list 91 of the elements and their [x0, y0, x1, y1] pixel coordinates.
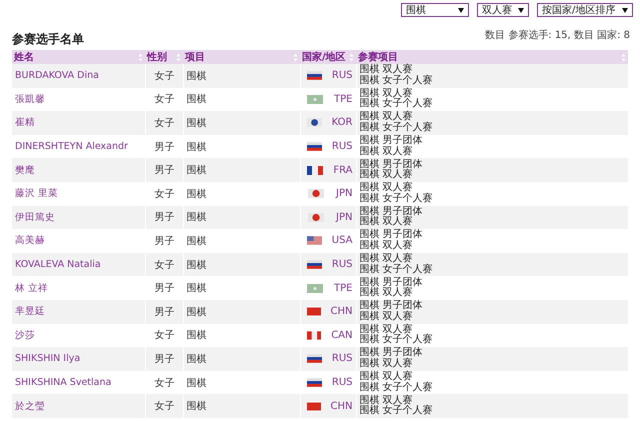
event-text: 围棋 女子个人赛	[360, 406, 434, 417]
sport-cell: 围棋	[183, 252, 300, 276]
country-code: RUS	[332, 259, 352, 270]
athlete-name-link[interactable]: 伊田篤史	[15, 212, 55, 223]
athlete-name-link[interactable]: DINERSHTEYN Alexandr	[15, 141, 128, 152]
sort-icon[interactable]	[293, 52, 298, 62]
athlete-name-link[interactable]: 芈昱廷	[15, 306, 45, 318]
column-header[interactable]: 姓名	[12, 50, 145, 64]
event-text: 围棋 双人赛	[360, 288, 414, 299]
column-header[interactable]: 性别	[145, 50, 183, 64]
gender-cell: 女子	[145, 394, 183, 418]
event-text: 围棋 双人赛	[360, 240, 414, 252]
sport-cell: 围棋	[183, 394, 300, 418]
event-text: 围棋 女子个人赛	[360, 122, 434, 134]
event-text: 围棋 男子团体	[360, 301, 424, 312]
country-code: RUS	[332, 353, 352, 364]
column-header[interactable]: 国家/地区	[300, 50, 356, 64]
sort-icon[interactable]	[138, 52, 143, 62]
filter-dropdown[interactable]: 围棋	[401, 3, 469, 17]
event-text: 围棋 男子团体	[360, 348, 424, 358]
country-code: CHN	[330, 306, 352, 318]
summary-text: 数目 参赛选手: 15, 数目 国家: 8	[485, 28, 630, 42]
event-text: 围棋 双人赛	[360, 65, 413, 76]
sport-cell: 围棋	[183, 64, 300, 88]
event-text: 围棋 女子个人赛	[360, 99, 434, 110]
event-text: 围棋 双人赛	[360, 312, 414, 322]
event-text: 围棋 双人赛	[360, 112, 413, 122]
page-title: 参赛选手名单	[12, 31, 84, 48]
event-text: 围棋 男子团体	[360, 278, 424, 288]
gender-cell: 男子	[145, 347, 183, 371]
athlete-name-link[interactable]: 林 立祥	[15, 282, 48, 294]
event-text: 围棋 男子团体	[360, 136, 424, 146]
country-code: KOR	[332, 117, 352, 128]
athlete-name-link[interactable]: 樊麾	[15, 164, 35, 176]
event-text: 围棋 男子团体	[360, 230, 424, 240]
athlete-name-link[interactable]: 於之瑩	[15, 400, 45, 412]
country-code: TPE	[334, 282, 352, 294]
athlete-name-link[interactable]: 高美赫	[15, 235, 45, 246]
event-text: 围棋 双人赛	[360, 183, 413, 194]
country-code: CHN	[330, 400, 352, 412]
caret-icon	[622, 8, 628, 12]
sport-cell: 围棋	[183, 347, 300, 371]
sport-cell: 围棋	[183, 300, 300, 324]
event-text: 围棋 女子个人赛	[360, 194, 434, 204]
event-text: 围棋 女子个人赛	[360, 382, 434, 394]
event-text: 围棋 双人赛	[360, 88, 413, 99]
filter-dropdown[interactable]: 按国家/地区排序	[537, 3, 633, 17]
event-text: 围棋 双人赛	[360, 254, 413, 264]
country-code: RUS	[332, 377, 352, 388]
caret-icon	[518, 8, 524, 12]
event-text: 围棋 双人赛	[360, 146, 414, 158]
country-code: TPE	[334, 94, 352, 105]
sport-cell: 围棋	[183, 158, 300, 182]
gender-cell: 女子	[145, 64, 183, 88]
athlete-name-link[interactable]: 藤沢 里菜	[15, 188, 58, 200]
country-code: USA	[332, 235, 352, 246]
athlete-name-link[interactable]: 沙莎	[15, 330, 35, 341]
event-text: 围棋 男子团体	[360, 160, 424, 170]
event-text: 围棋 双人赛	[360, 396, 413, 406]
gender-cell: 女子	[145, 252, 183, 276]
gender-cell: 男子	[145, 206, 183, 230]
sport-cell: 围棋	[183, 206, 300, 230]
event-text: 围棋 双人赛	[360, 372, 413, 382]
gender-cell: 女子	[145, 111, 183, 135]
athlete-name-link[interactable]: 崔精	[15, 117, 35, 128]
event-text: 围棋 女子个人赛	[360, 335, 434, 346]
filter-dropdown[interactable]: 双人赛	[477, 3, 529, 17]
country-code: CAN	[331, 330, 352, 341]
country-code: JPN	[336, 188, 352, 200]
sort-icon[interactable]	[349, 52, 354, 62]
column-header[interactable]: 参赛项目	[356, 50, 628, 64]
event-text: 围棋 女子个人赛	[360, 76, 434, 86]
gender-cell: 男子	[145, 158, 183, 182]
country-code: RUS	[332, 70, 352, 82]
sort-icon[interactable]	[176, 52, 181, 62]
country-code: FRA	[333, 164, 352, 176]
event-text: 围棋 女子个人赛	[360, 264, 434, 276]
athlete-name-link[interactable]: 張凱馨	[15, 94, 45, 105]
country-code: JPN	[336, 212, 352, 223]
event-text: 围棋 双人赛	[360, 217, 414, 228]
event-text: 围棋 双人赛	[360, 358, 414, 370]
event-text: 围棋 双人赛	[360, 170, 414, 181]
caret-icon	[458, 8, 464, 12]
country-code: RUS	[332, 141, 352, 152]
sport-cell: 围棋	[183, 111, 300, 135]
event-text: 围棋 双人赛	[360, 324, 413, 335]
column-header[interactable]: 项目	[183, 50, 300, 64]
gender-cell: 男子	[145, 300, 183, 324]
athlete-name-link[interactable]: SHIKSHINA Svetlana	[15, 377, 112, 388]
sort-icon[interactable]	[621, 52, 626, 62]
event-text: 围棋 男子团体	[360, 206, 424, 217]
